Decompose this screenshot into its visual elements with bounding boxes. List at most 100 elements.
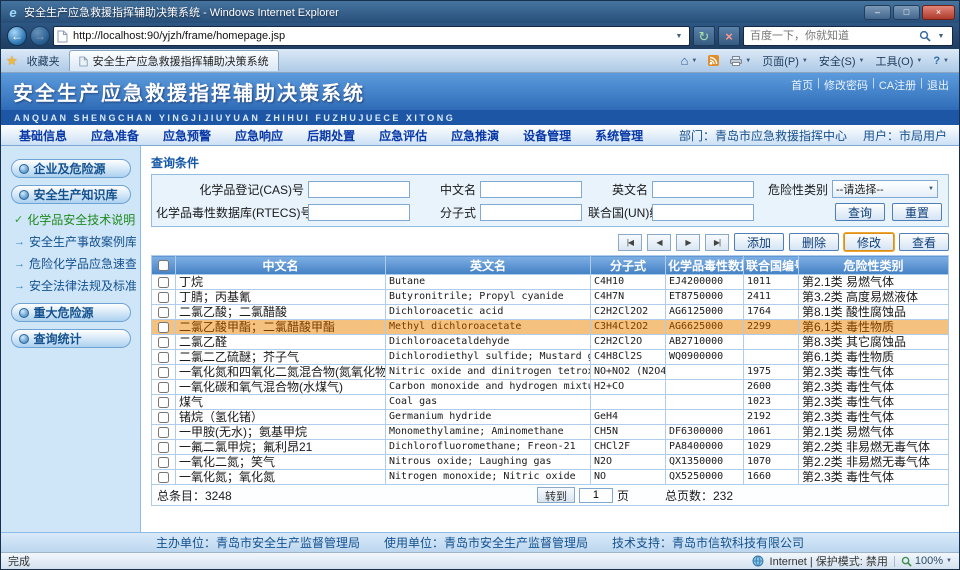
nav-menu-item[interactable]: 基础信息 — [7, 127, 79, 144]
minimize-button[interactable]: – — [864, 5, 891, 20]
hazard-class-select[interactable]: --请选择--▼ — [832, 180, 938, 198]
safety-menu-button[interactable]: 安全(S)▼ — [814, 51, 870, 71]
sidebar-item-accident-cases[interactable]: →安全生产事故案例库 — [14, 233, 136, 250]
forward-button[interactable]: → — [30, 26, 50, 46]
table-row[interactable]: 丁腈；丙基氰Butyronitrile; Propyl cyanideC4H7N… — [152, 290, 949, 305]
tab-title: 安全生产应急救援指挥辅助决策系统 — [93, 53, 269, 69]
rtecs-input[interactable] — [308, 204, 410, 221]
table-row[interactable]: 锗烷（氢化锗）Germanium hydrideGeH42192第2.3类 毒性… — [152, 410, 949, 425]
tools-menu-button[interactable]: 工具(O)▼ — [870, 51, 927, 71]
header-link[interactable]: CA注册 — [879, 77, 916, 93]
row-checkbox[interactable] — [158, 292, 169, 303]
search-icon[interactable] — [919, 30, 931, 42]
table-row[interactable]: 丁烷ButaneC4H10EJ42000001011第2.1类 易燃气体 — [152, 275, 949, 290]
row-checkbox[interactable] — [158, 397, 169, 408]
table-row[interactable]: 煤气Coal gas1023第2.3类 毒性气体 — [152, 395, 949, 410]
sidebar-button-knowledge-base[interactable]: 安全生产知识库 — [11, 185, 131, 204]
row-checkbox[interactable] — [158, 442, 169, 453]
row-checkbox[interactable] — [158, 367, 169, 378]
table-row[interactable]: 一氧化碳和氧气混合物(水煤气)Carbon monoxide and hydro… — [152, 380, 949, 395]
row-checkbox[interactable] — [158, 382, 169, 393]
row-checkbox[interactable] — [158, 412, 169, 423]
cas-label: 化学品登记(CAS)号 — [156, 181, 308, 198]
sidebar-item-chemical-msds[interactable]: ✓化学品安全技术说明书 — [14, 211, 136, 228]
view-button[interactable]: 查看 — [899, 233, 949, 251]
last-page-button[interactable]: ▶| — [705, 234, 729, 251]
nav-menu-item[interactable]: 应急响应 — [223, 127, 295, 144]
close-button[interactable]: × — [922, 5, 955, 20]
row-checkbox[interactable] — [158, 322, 169, 333]
help-button[interactable]: ?▼ — [928, 53, 954, 69]
un-number-input[interactable] — [652, 204, 754, 221]
search-box[interactable]: ▼ — [743, 26, 953, 46]
nav-menu-item[interactable]: 应急准备 — [79, 127, 151, 144]
sidebar-button-major-hazards[interactable]: 重大危险源 — [11, 303, 131, 322]
table-row[interactable]: 二氯乙醛DichloroacetaldehydeC2H2Cl2OAB271000… — [152, 335, 949, 350]
row-checkbox[interactable] — [158, 307, 169, 318]
table-row[interactable]: 一氧化二氮；笑气Nitrous oxide; Laughing gasN2OQX… — [152, 455, 949, 470]
stop-button[interactable]: × — [718, 26, 740, 46]
row-checkbox[interactable] — [158, 457, 169, 468]
sidebar-item-quick-reference[interactable]: →危险化学品应急速查手... — [14, 255, 136, 272]
print-button[interactable]: ▼ — [725, 54, 756, 68]
add-button[interactable]: 添加 — [734, 233, 784, 251]
header-link[interactable]: 退出 — [927, 77, 949, 93]
page-number-input[interactable] — [579, 488, 613, 503]
table-row[interactable]: 二氯乙酸；二氯醋酸Dichloroacetic acidC2H2Cl2O2AG6… — [152, 305, 949, 320]
first-page-button[interactable]: |◀ — [618, 234, 642, 251]
row-checkbox[interactable] — [158, 427, 169, 438]
back-button[interactable]: ← — [7, 26, 27, 46]
home-icon: ⌂ — [680, 54, 688, 67]
browser-tab[interactable]: 安全生产应急救援指挥辅助决策系统 — [69, 50, 279, 71]
goto-page-button[interactable]: 转到 — [537, 487, 575, 503]
header-link[interactable]: 首页 — [791, 77, 813, 93]
table-row[interactable]: 一氧化氮和四氧化二氮混合物(氮氧化物，硝基气，氧化氮气体)Nitric oxid… — [152, 365, 949, 380]
favorites-button[interactable]: 收藏夹 — [23, 51, 64, 71]
row-checkbox[interactable] — [158, 337, 169, 348]
row-checkbox[interactable] — [158, 352, 169, 363]
orb-icon — [19, 190, 29, 200]
search-dropdown-icon[interactable]: ▼ — [934, 27, 948, 45]
zoom-control[interactable]: 100% ▼ — [901, 555, 952, 567]
url-input[interactable] — [71, 29, 669, 43]
nav-menu-item[interactable]: 后期处置 — [295, 127, 367, 144]
rtecs-label: 化学品毒性数据库(RTECS)号 — [156, 204, 308, 221]
formula-input[interactable] — [480, 204, 582, 221]
refresh-button[interactable]: ↻ — [693, 26, 715, 46]
delete-button[interactable]: 删除 — [789, 233, 839, 251]
en-name-input[interactable] — [652, 181, 754, 198]
sidebar-button-statistics[interactable]: 查询统计 — [11, 329, 131, 348]
sidebar-button-enterprise-hazards[interactable]: 企业及危险源 — [11, 159, 131, 178]
cas-input[interactable] — [308, 181, 410, 198]
next-page-button[interactable]: ▶ — [676, 234, 700, 251]
search-input[interactable] — [748, 29, 916, 43]
table-row[interactable]: 一氟二氯甲烷；氟利昂21Dichlorofluoromethane; Freon… — [152, 440, 949, 455]
select-all-checkbox[interactable] — [158, 260, 169, 271]
reset-button[interactable]: 重置 — [892, 203, 942, 221]
address-bar[interactable]: ▼ — [53, 26, 690, 46]
table-row[interactable]: 一甲胺(无水)；氨基甲烷Monomethylamine; Aminomethan… — [152, 425, 949, 440]
cn-name-input[interactable] — [480, 181, 582, 198]
nav-menu-item[interactable]: 应急推演 — [439, 127, 511, 144]
modify-button[interactable]: 修改 — [844, 233, 894, 251]
app-footer: 主办单位：青岛市安全生产监督管理局 使用单位：青岛市安全生产监督管理局 技术支持… — [1, 532, 959, 552]
row-checkbox-cell — [152, 290, 176, 305]
table-row[interactable]: 二氯二乙硫醚；芥子气Dichlorodiethyl sulfide; Musta… — [152, 350, 949, 365]
table-row[interactable]: 二氯乙酸甲酯；二氯醋酸甲酯Methyl dichloroacetateC3H4C… — [152, 320, 949, 335]
sidebar-item-laws-standards[interactable]: →安全法律法规及标准库 — [14, 277, 136, 294]
page-menu-button[interactable]: 页面(P)▼ — [757, 51, 813, 71]
feeds-button[interactable] — [703, 53, 724, 68]
header-link[interactable]: 修改密码 — [824, 77, 868, 93]
table-row[interactable]: 一氧化氮；氧化氮Nitrogen monoxide; Nitric oxideN… — [152, 470, 949, 485]
address-dropdown-icon[interactable]: ▼ — [672, 27, 686, 45]
nav-menu-item[interactable]: 应急预警 — [151, 127, 223, 144]
row-checkbox[interactable] — [158, 277, 169, 288]
home-button[interactable]: ⌂▼ — [675, 52, 702, 69]
maximize-button[interactable]: □ — [893, 5, 920, 20]
search-button[interactable]: 查询 — [835, 203, 885, 221]
row-checkbox[interactable] — [158, 472, 169, 483]
prev-page-button[interactable]: ◀ — [647, 234, 671, 251]
nav-menu-item[interactable]: 系统管理 — [583, 127, 655, 144]
nav-menu-item[interactable]: 设备管理 — [511, 127, 583, 144]
nav-menu-item[interactable]: 应急评估 — [367, 127, 439, 144]
